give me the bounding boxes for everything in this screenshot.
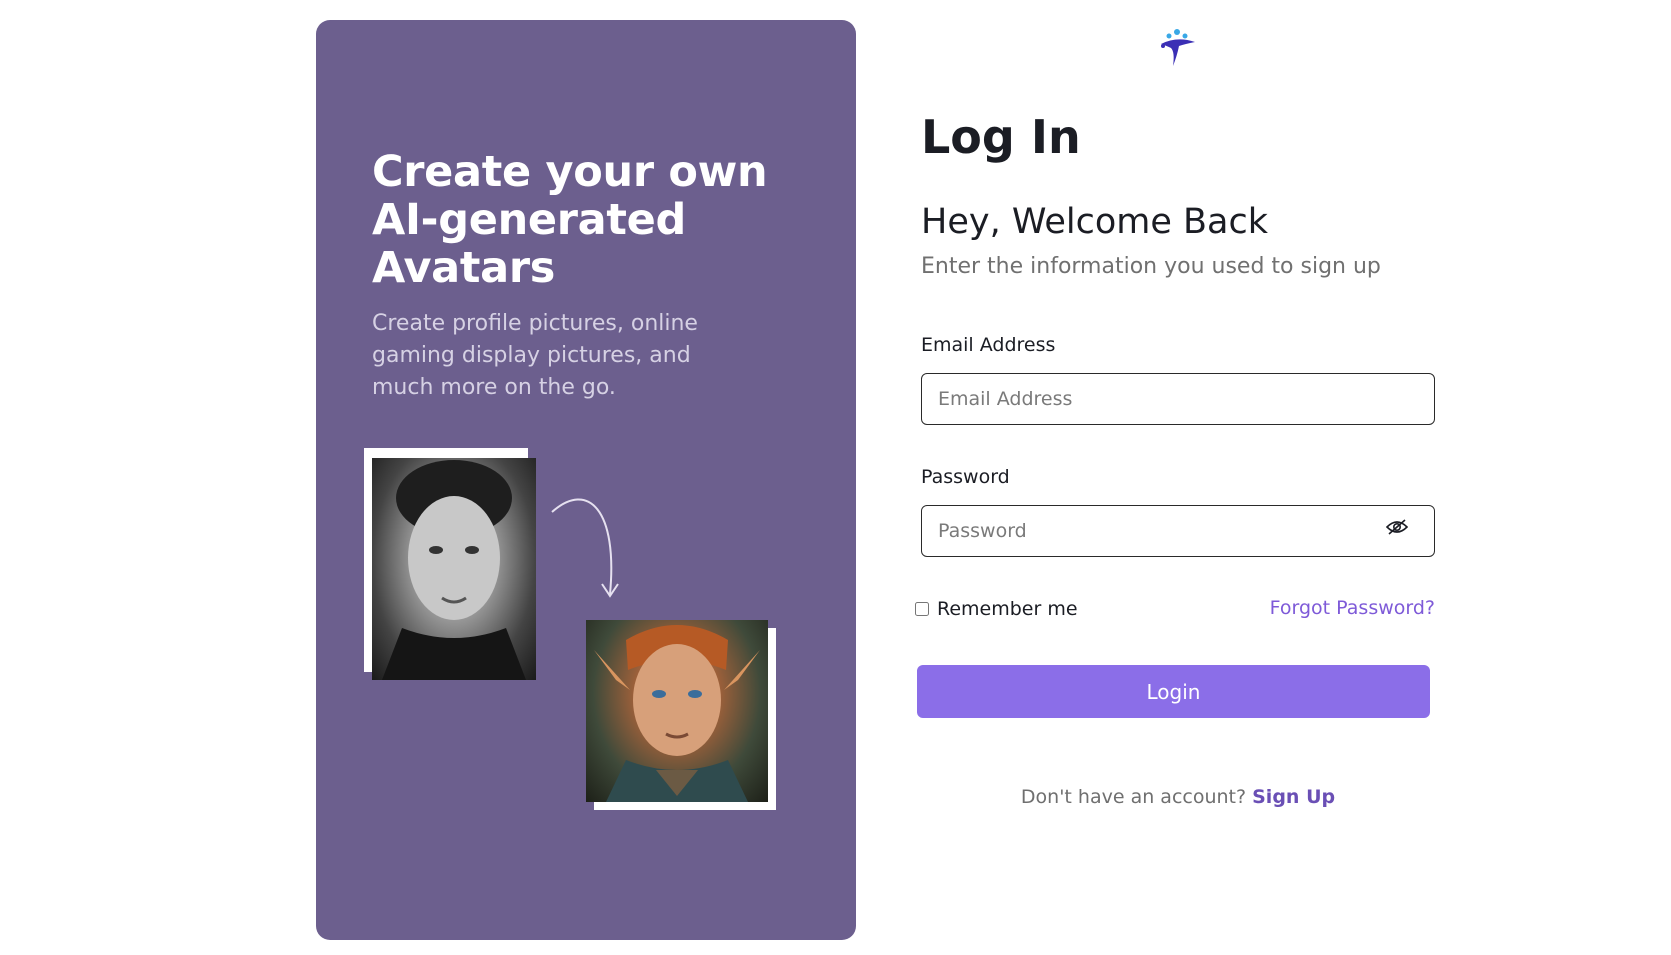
login-button[interactable]: Login: [917, 665, 1430, 718]
page-title: Log In: [921, 110, 1081, 164]
brand-logo-icon[interactable]: [1157, 26, 1197, 68]
password-label: Password: [921, 466, 1010, 488]
promo-subtitle: Create profile pictures, online gaming d…: [372, 311, 698, 400]
welcome-heading: Hey, Welcome Back: [921, 202, 1269, 242]
curved-arrow-icon: [551, 498, 619, 598]
remember-me-checkbox[interactable]: [915, 602, 929, 616]
ai-avatar-photo: [586, 620, 768, 802]
email-input[interactable]: [921, 373, 1435, 425]
sign-up-link[interactable]: Sign Up: [1252, 786, 1335, 808]
promo-panel: Create your own AI-generated Avatars Cre…: [316, 20, 856, 940]
welcome-subtitle: Enter the information you used to sign u…: [921, 254, 1381, 279]
email-label: Email Address: [921, 334, 1056, 356]
forgot-password-link[interactable]: Forgot Password?: [1270, 597, 1435, 619]
signup-prompt: Don't have an account? Sign Up: [921, 786, 1435, 808]
no-account-text: Don't have an account?: [1020, 786, 1253, 808]
eye-slash-icon[interactable]: [1386, 518, 1408, 536]
remember-me-label: Remember me: [937, 598, 1078, 620]
password-input[interactable]: [921, 505, 1435, 557]
remember-me[interactable]: Remember me: [915, 598, 1078, 620]
original-photo: [372, 458, 536, 680]
promo-title: Create your own AI-generated Avatars: [372, 147, 768, 293]
